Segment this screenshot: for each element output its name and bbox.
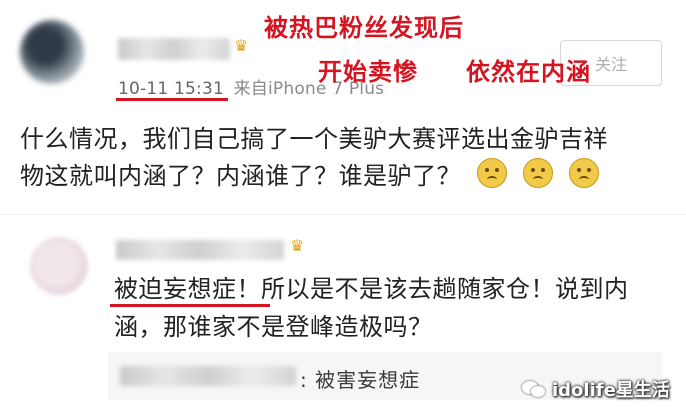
sub-reply-text: : 被害妄想症 <box>300 364 420 393</box>
reply-text-line1: 被迫妄想症！所以是不是该去趟随家仓！说到内 <box>114 272 674 306</box>
watermark-text: idolife星生活 <box>552 380 670 401</box>
post-timestamp: 10-11 15:31 <box>118 79 224 99</box>
post-author-avatar[interactable] <box>20 20 84 84</box>
watermark: idolife星生活 <box>522 376 670 402</box>
annotation-line2b: 依然在内涵 <box>466 58 591 86</box>
sad-face-emoji-icon <box>569 158 600 188</box>
post-author-name-blurred[interactable] <box>118 38 230 60</box>
divider <box>0 214 686 215</box>
crown-icon: ♛ <box>234 36 249 55</box>
post-text-line1: 什么情况，我们自己搞了一个美驴大赛评选出金驴吉祥 <box>20 125 608 153</box>
sad-face-emoji-icon <box>523 158 554 188</box>
reply-text-line2: 涵，那谁家不是登峰造极吗？ <box>114 313 433 341</box>
sad-face-emoji-icon <box>477 158 508 188</box>
annotation-line2a: 开始卖惨 <box>318 58 418 86</box>
reply-text-rest: 所以是不是该去趟随家仓！说到内 <box>261 275 629 303</box>
post-text-line2: 物这就叫内涵了？内涵谁了？谁是驴了？ <box>20 162 461 190</box>
highlight-underline <box>110 304 270 307</box>
post-text-line2-wrap: 物这就叫内涵了？内涵谁了？谁是驴了？ <box>20 158 670 193</box>
sub-reply-author-blurred[interactable] <box>120 366 296 386</box>
sub-reply-separator: : <box>300 368 308 392</box>
annotation-line1: 被热巴粉丝发现后 <box>264 14 464 42</box>
wechat-icon <box>522 379 546 399</box>
reply-author-name-blurred[interactable] <box>116 240 284 260</box>
reply-author-avatar[interactable] <box>30 237 88 295</box>
sub-reply-content: 被害妄想症 <box>315 368 421 392</box>
reply-highlight: 被迫妄想症！ <box>114 275 261 303</box>
timestamp-underline <box>116 98 228 101</box>
crown-icon: ♛ <box>290 236 305 255</box>
